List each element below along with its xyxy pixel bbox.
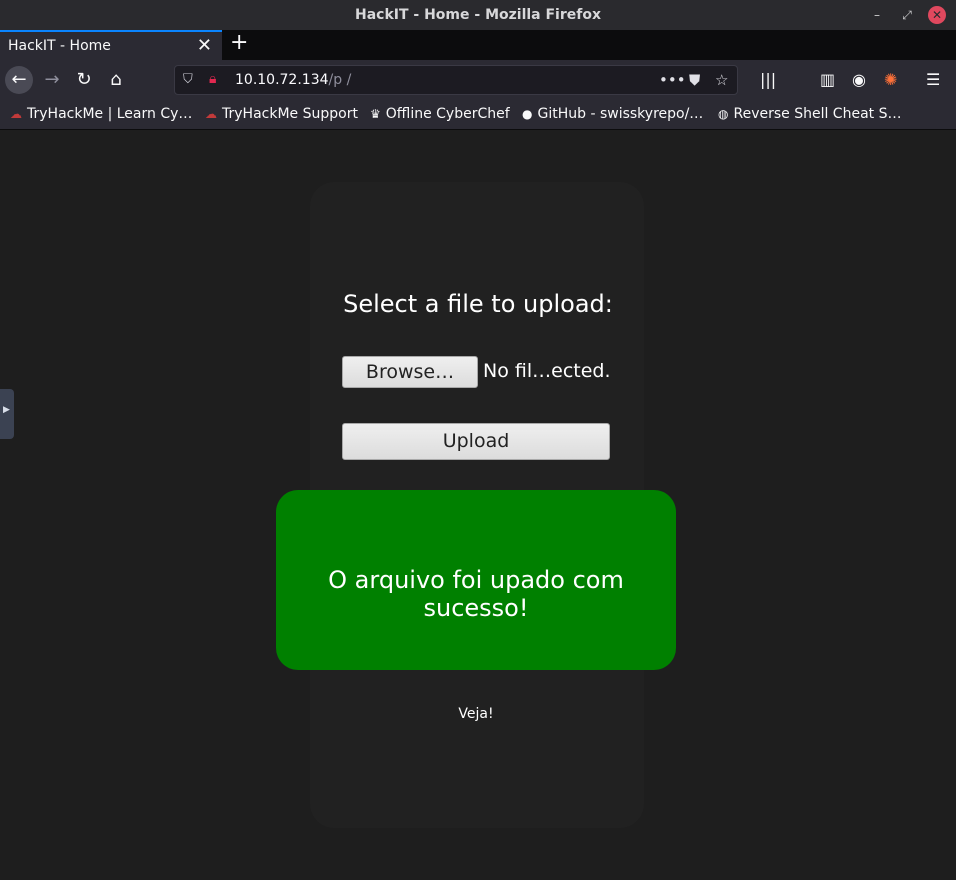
chef-hat-icon: ♛ [370, 107, 381, 121]
bookmark-label: GitHub - swisskyrepo/… [537, 106, 704, 122]
shield-icon[interactable]: ⛉ [183, 72, 193, 87]
side-panel-handle[interactable]: ▶ [0, 389, 14, 439]
bookmark-label: Reverse Shell Cheat S… [733, 106, 902, 122]
minimize-icon[interactable]: – [868, 6, 886, 24]
sidebar-icon[interactable]: ▥ [820, 70, 835, 89]
github-icon: ● [522, 107, 533, 121]
bookmark-label: TryHackMe | Learn Cy… [27, 106, 193, 122]
reload-icon[interactable]: ↻ [70, 66, 98, 94]
window-titlebar: HackIT - Home - Mozilla Firefox – ⤢ ✕ [0, 0, 956, 30]
library-icon[interactable]: ||| [760, 70, 776, 89]
chevron-right-icon: ▶ [3, 405, 10, 415]
forward-icon[interactable]: → [38, 66, 66, 94]
globe-icon: ◍ [718, 107, 729, 121]
tab-strip: HackIT - Home ✕ + [0, 30, 956, 60]
extension-icon[interactable]: ✺ [884, 70, 897, 89]
menu-icon[interactable]: ☰ [926, 70, 940, 89]
back-icon[interactable]: ← [5, 66, 33, 94]
window-title: HackIT - Home - Mozilla Firefox [355, 7, 601, 23]
tab-hackit-home[interactable]: HackIT - Home ✕ [0, 30, 222, 60]
bookmark-item[interactable]: ◍ Reverse Shell Cheat S… [718, 106, 901, 122]
page-actions-icon[interactable]: ••• [659, 71, 686, 89]
bookmark-label: TryHackMe Support [222, 106, 358, 122]
file-status-text: No fil…ected. [483, 360, 611, 382]
bookmark-label: Offline CyberChef [385, 106, 510, 122]
cloud-icon: ☁ [205, 107, 217, 121]
close-window-icon[interactable]: ✕ [928, 6, 946, 24]
browse-button[interactable]: Browse… [342, 356, 478, 388]
tab-close-icon[interactable]: ✕ [197, 35, 212, 56]
url-text[interactable]: 10.10.72.134/p / [235, 72, 351, 88]
cloud-icon: ☁ [10, 107, 22, 121]
url-bar[interactable]: ⛉ 🔒︎ 10.10.72.134/p / ••• ⛊ ☆ [174, 65, 738, 95]
insecure-lock-icon[interactable]: 🔒︎ [209, 71, 216, 87]
bookmark-star-icon[interactable]: ☆ [715, 71, 728, 89]
account-icon[interactable]: ◉ [852, 70, 866, 89]
restore-icon[interactable]: ⤢ [898, 6, 916, 24]
pocket-icon[interactable]: ⛊ [689, 71, 700, 89]
veja-link[interactable]: Veja! [0, 706, 952, 722]
page-content: Select a file to upload: Browse… No fil…… [0, 130, 956, 880]
bookmark-item[interactable]: ☁ TryHackMe | Learn Cy… [10, 106, 192, 122]
url-path: /p / [328, 72, 352, 88]
new-tab-icon[interactable]: + [230, 30, 248, 55]
home-icon[interactable]: ⌂ [102, 66, 130, 94]
upload-button[interactable]: Upload [342, 423, 610, 460]
bookmark-item[interactable]: ☁ TryHackMe Support [205, 106, 358, 122]
upload-heading: Select a file to upload: [343, 290, 613, 318]
url-host: 10.10.72.134 [235, 72, 329, 88]
success-message: O arquivo foi upado com sucesso! [328, 566, 624, 622]
bookmarks-toolbar: ☁ TryHackMe | Learn Cy… ☁ TryHackMe Suppor… [0, 100, 956, 130]
tab-label: HackIT - Home [8, 38, 111, 54]
bookmark-item[interactable]: ● GitHub - swisskyrepo/… [522, 106, 703, 122]
bookmark-item[interactable]: ♛ Offline CyberChef [370, 106, 510, 122]
navigation-toolbar: ← → ↻ ⌂ ⛉ 🔒︎ 10.10.72.134/p / ••• ⛊ ☆ ||… [0, 60, 956, 100]
success-banner: O arquivo foi upado com sucesso! [276, 490, 676, 670]
